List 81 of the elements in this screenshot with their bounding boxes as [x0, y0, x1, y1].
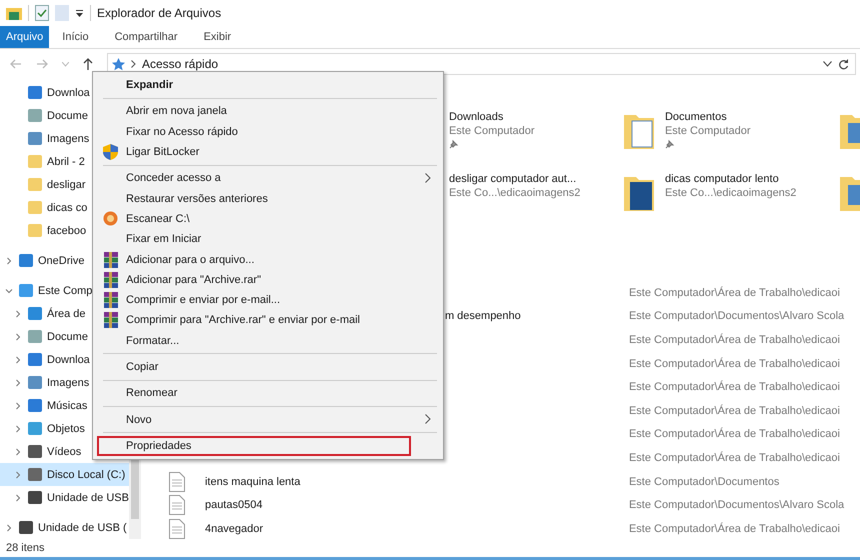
menu-item[interactable]: Escanear C:\: [95, 208, 441, 230]
ribbon-tab[interactable]: Exibir: [190, 26, 244, 48]
menu-item[interactable]: Propriedades: [97, 436, 411, 456]
file-path: Este Computador\Documentos: [628, 476, 780, 488]
ribbon-tab[interactable]: Compartilhar: [102, 26, 191, 48]
folder-location: Este Co...\edicaoimagens2: [664, 187, 796, 199]
folder-name[interactable]: dicas computador lento: [664, 173, 779, 185]
menu-item[interactable]: Conceder acesso a: [95, 168, 441, 188]
menu-item[interactable]: Adicionar para o arquivo...: [95, 249, 441, 270]
file-path: Este Computador\Área de Trabalho\edicaoi: [628, 428, 840, 440]
menu-item[interactable]: Abrir em nova janela: [95, 101, 441, 122]
file-name[interactable]: 4navegador: [204, 522, 264, 535]
folder-name[interactable]: Downloads: [448, 111, 504, 123]
file-name[interactable]: pautas0504: [204, 499, 262, 512]
menu-item[interactable]: Renomear: [95, 383, 441, 404]
archive-icon: [102, 292, 118, 308]
chevron-right-icon[interactable]: [13, 470, 23, 478]
chevron-right-icon[interactable]: [13, 356, 23, 364]
star-icon: [112, 58, 125, 70]
folder-location: Este Computador: [664, 125, 751, 137]
scan-icon: [103, 211, 118, 226]
chevron-right-icon[interactable]: [13, 310, 23, 318]
refresh-icon[interactable]: [838, 58, 849, 70]
menu-item[interactable]: Fixar em Iniciar: [95, 229, 441, 250]
menu-item[interactable]: Comprimir e enviar por e-mail...: [95, 290, 441, 310]
pin-icon[interactable]: [664, 139, 675, 149]
file-path: Este Computador\Área de Trabalho\edicaoi: [628, 452, 840, 464]
chevron-right-icon[interactable]: [13, 332, 23, 340]
archive-icon: [102, 272, 118, 288]
menu-item[interactable]: Ligar BitLocker: [95, 142, 441, 162]
file-path: Este Computador\Área de Trabalho\edicaoi: [628, 404, 840, 417]
chevron-right-icon: [131, 60, 136, 68]
nav-item[interactable]: Disco Local (C:): [0, 463, 129, 486]
chevron-right-icon[interactable]: [4, 524, 14, 532]
file-name[interactable]: itens maquina lenta: [204, 476, 300, 488]
file-path: Este Computador\Documentos\Alvaro Scola: [628, 499, 844, 512]
menu-item[interactable]: Formatar...: [95, 330, 441, 351]
text-file-icon: [168, 518, 185, 539]
nav-item[interactable]: Unidade de USB (: [0, 516, 129, 539]
menu-item[interactable]: Fixar no Acesso rápido: [95, 122, 441, 142]
properties-icon[interactable]: [35, 5, 49, 21]
ribbon-tab[interactable]: Início: [49, 26, 102, 48]
text-file-icon: [168, 495, 185, 516]
file-path: Este Computador\Área de Trabalho\edicaoi: [628, 522, 840, 535]
chevron-right-icon[interactable]: [13, 378, 23, 386]
file-name[interactable]: m desempenho: [444, 310, 521, 322]
item-count: 28 itens: [6, 542, 45, 554]
file-path: Este Computador\Documentos\Alvaro Scola: [628, 310, 844, 322]
chevron-right-icon[interactable]: [13, 402, 23, 410]
address-text: Acesso rápido: [142, 57, 218, 71]
chevron-down-icon[interactable]: [823, 61, 832, 67]
chevron-right-icon[interactable]: [13, 424, 23, 432]
menu-item[interactable]: Copiar: [95, 356, 441, 378]
menu-item[interactable]: Comprimir para "Archive.rar" e enviar por e-mail: [95, 310, 441, 331]
folder-name[interactable]: Documentos: [664, 111, 727, 123]
file-path: Este Computador\Área de Trabalho\edicaoi: [628, 381, 840, 394]
scrollbar-thumb[interactable]: [130, 459, 139, 519]
folder-location: Este Co...\edicaoimagens2: [448, 187, 580, 199]
shield-icon: [103, 144, 118, 160]
menu-item[interactable]: Novo: [95, 409, 441, 430]
up-arrow-icon[interactable]: [83, 58, 93, 70]
text-file-icon: [168, 472, 185, 492]
menu-item[interactable]: Adicionar para "Archive.rar": [95, 270, 441, 290]
menu-item[interactable]: Expandir: [95, 75, 441, 96]
archive-icon: [102, 312, 118, 328]
chevron-right-icon[interactable]: [13, 448, 23, 456]
pin-icon[interactable]: [448, 139, 459, 149]
folder-location: Este Computador: [448, 125, 535, 137]
nav-item[interactable]: Unidade de USB: [0, 486, 129, 509]
window-title: Explorador de Arquivos: [97, 6, 222, 20]
chevron-down-icon[interactable]: [4, 286, 14, 294]
folder-name[interactable]: desligar computador aut...: [448, 173, 576, 185]
chevron-right-icon[interactable]: [4, 256, 14, 264]
menu-item[interactable]: Restaurar versões anteriores: [95, 188, 441, 209]
file-path: Este Computador\Área de Trabalho\edicaoi: [628, 286, 840, 299]
file-path: Este Computador\Área de Trabalho\edicaoi: [628, 334, 840, 346]
chevron-right-icon[interactable]: [13, 494, 23, 502]
archive-icon: [102, 252, 118, 268]
dropdown-icon[interactable]: [75, 8, 84, 18]
ribbon-tab[interactable]: Arquivo: [0, 26, 50, 48]
file-path: Este Computador\Área de Trabalho\edicaoi: [628, 358, 840, 370]
